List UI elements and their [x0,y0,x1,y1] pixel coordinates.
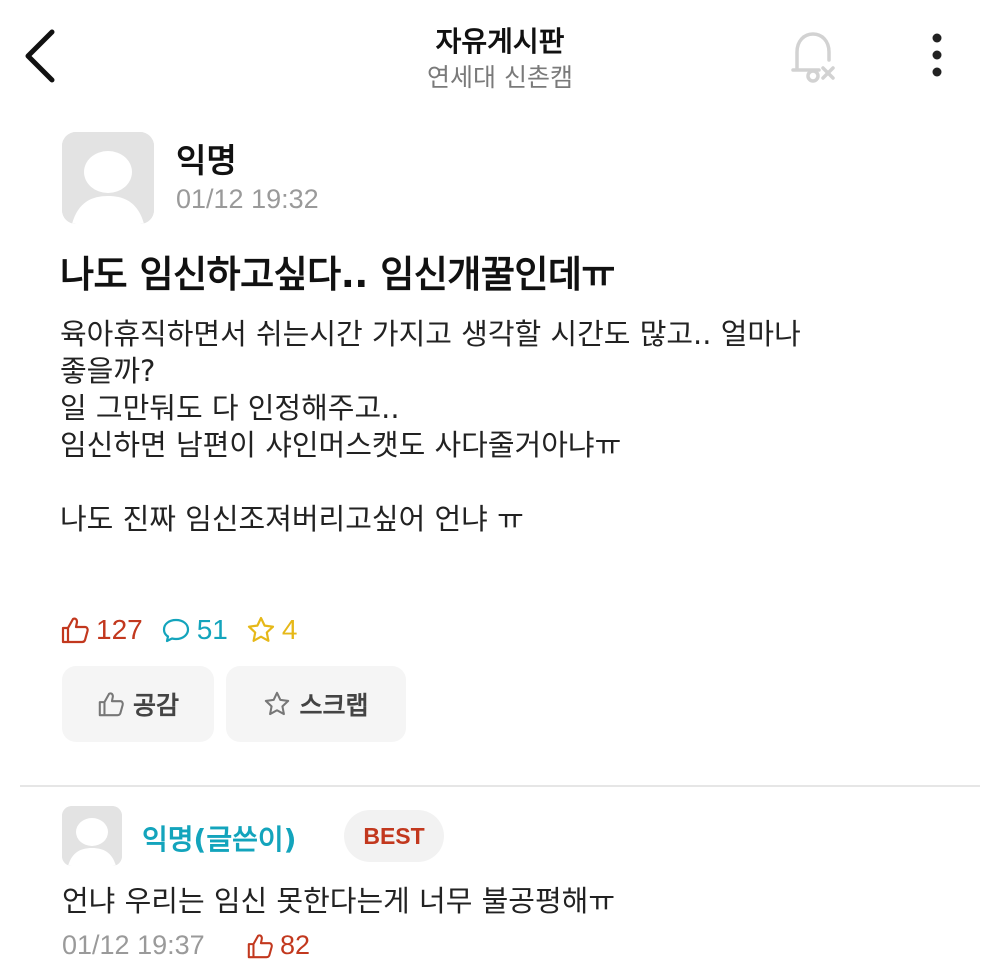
post-body-line [60,464,960,501]
more-vertical-icon [932,33,942,77]
thumbs-up-icon [98,692,124,717]
bell-off-icon [791,32,835,83]
post-author: 익명 [176,141,237,180]
comment-like-count: 82 [246,930,310,961]
speech-bubble-icon [162,618,189,643]
board-subtitle: 연세대 신촌캠 [427,63,573,92]
scrap-count: 4 [246,614,298,646]
section-divider [20,785,980,787]
comment-author: 익명(글쓴이) [142,823,297,856]
more-options-button[interactable] [920,30,954,80]
comment-count: 51 [161,614,228,646]
comment-like-value: 82 [280,930,311,960]
comment-timestamp: 01/12 19:37 [62,930,205,960]
post-body-line: 좋을까? [60,354,156,388]
star-icon [265,691,290,716]
scrap-button-label: 스크랩 [299,691,369,720]
post-body-line: 일 그만둬도 다 인정해주고.. [60,391,400,425]
like-button-label: 공감 [132,691,179,720]
like-count: 127 [60,614,143,646]
post-stats: 127 51 4 [60,610,315,650]
post-body-line: 나도 진짜 임신조져버리고싶어 언냐 ㅠ [60,502,524,536]
board-title: 자유게시판 [435,25,565,58]
thumbs-up-icon [247,933,273,958]
notification-button[interactable] [783,26,843,86]
post-body-line: 육아휴직하면서 쉬는시간 가지고 생각할 시간도 많고.. 얼마나 [60,317,801,351]
scrap-count-value: 4 [281,614,298,645]
default-profile-icon [62,806,122,866]
post-body: 육아휴직하면서 쉬는시간 가지고 생각할 시간도 많고.. 얼마나 좋을까? 일… [60,316,960,538]
best-badge: BEST [344,810,444,862]
post-timestamp: 01/12 19:32 [176,184,319,214]
like-count-value: 127 [96,614,143,645]
comment-avatar [62,806,122,866]
thumbs-up-icon [61,617,89,644]
comment-text: 언냐 우리는 임신 못한다는게 너무 불공평해ㅠ [62,884,616,918]
star-icon [247,616,274,642]
author-avatar [62,132,154,224]
scrap-button[interactable]: 스크랩 [226,666,406,742]
post-title: 나도 임신하고싶다.. 임신개꿀인데ㅠ [60,253,615,296]
top-bar: 자유게시판 연세대 신촌캠 [0,0,1000,100]
comment-count-value: 51 [196,614,228,645]
post-body-line: 임신하면 남편이 샤인머스캣도 사다줄거아냐ㅠ [60,428,622,462]
like-button[interactable]: 공감 [62,666,214,742]
default-profile-icon [62,132,154,224]
